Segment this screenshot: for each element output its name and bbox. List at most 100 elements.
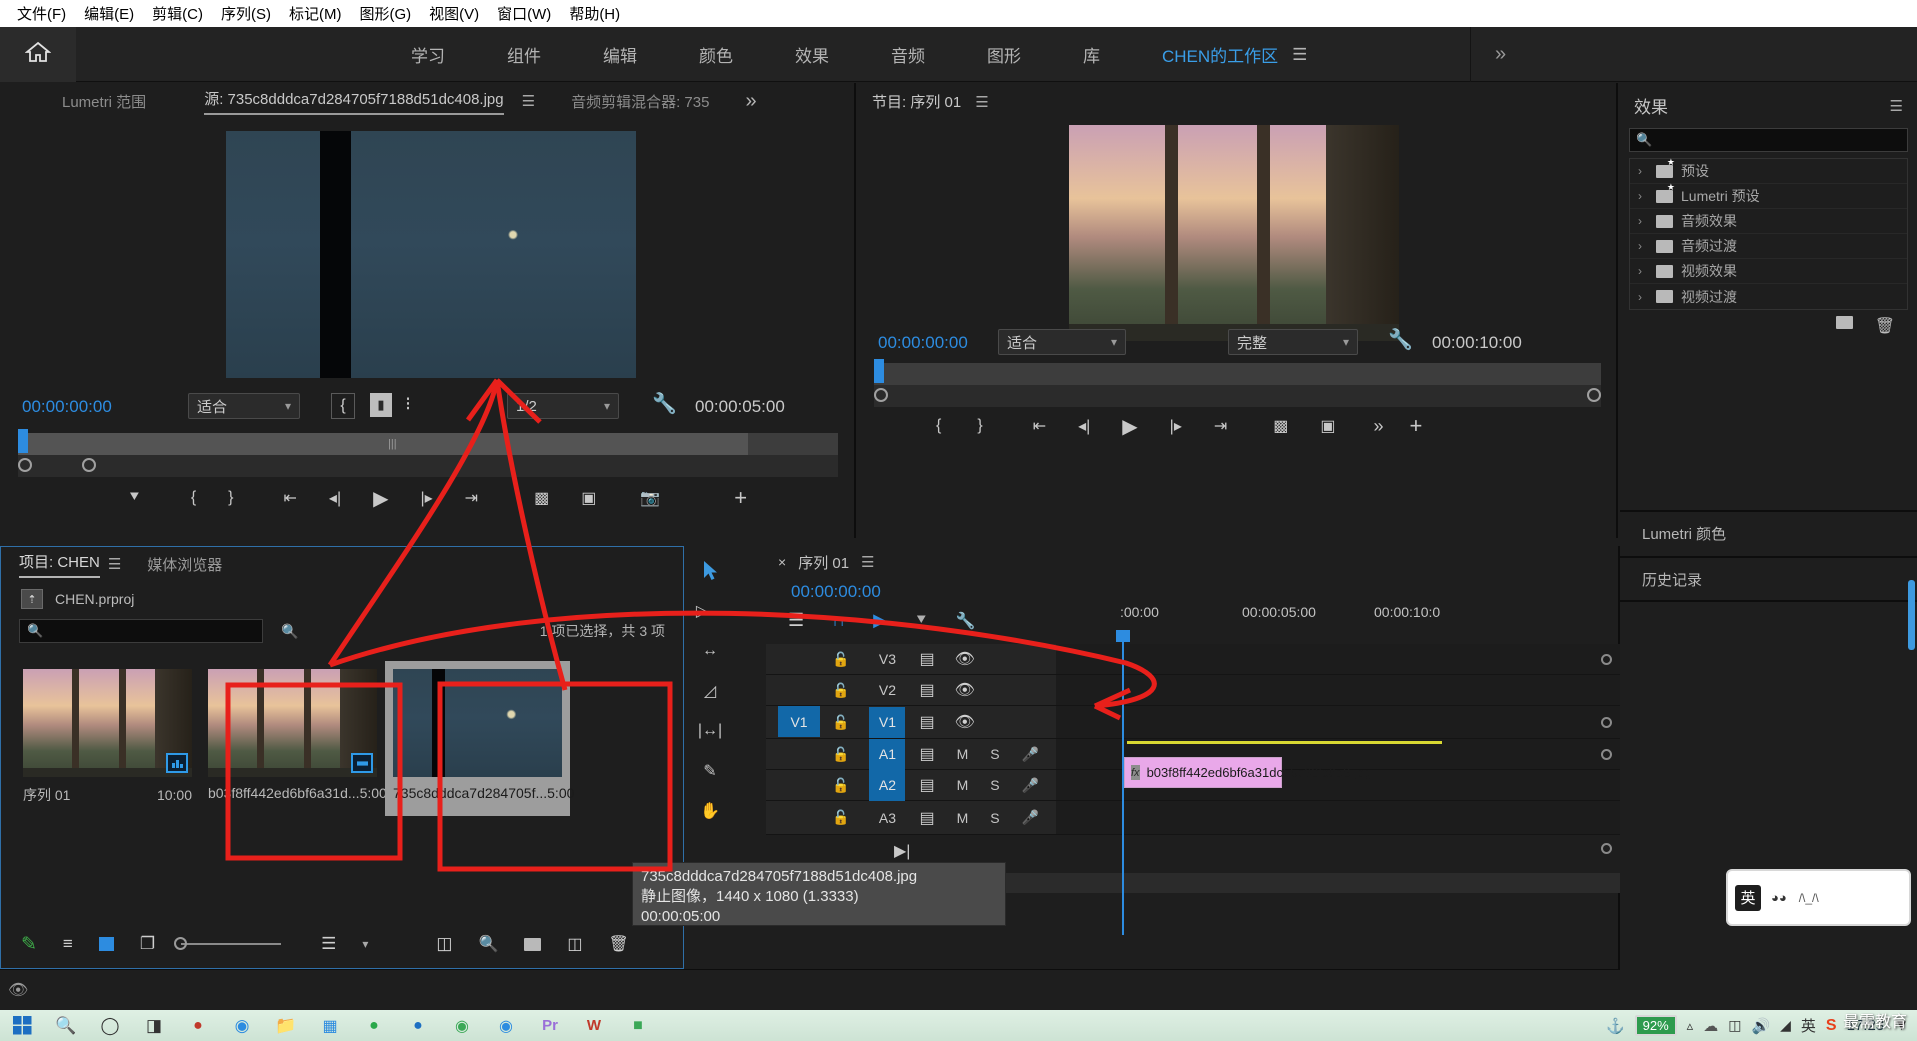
effects-item-presets[interactable]: › 预设 — [1630, 157, 1907, 184]
source-scrub-track[interactable]: ||| — [18, 429, 838, 455]
timeline-menu-icon[interactable]: ☰ — [861, 553, 874, 571]
audio-waveform-icon[interactable]: ⁝ — [405, 393, 411, 416]
program-current-timecode[interactable]: 00:00:00:00 — [878, 333, 968, 353]
overwrite-icon[interactable]: ▣ — [581, 488, 596, 508]
source-overflow-icon[interactable]: » — [745, 90, 756, 113]
sort-icon[interactable]: ☰ — [321, 934, 336, 954]
chevron-right-icon[interactable]: › — [1638, 239, 1648, 253]
chevron-up-icon[interactable]: ▵ — [1687, 1018, 1694, 1034]
tab-custom-workspace[interactable]: CHEN的工作区 — [1131, 42, 1288, 67]
effects-item-audio-transitions[interactable]: › 音频过渡 — [1630, 234, 1907, 259]
track-name-a1[interactable]: A1 — [869, 738, 906, 770]
marker-icon[interactable]: ⯆ — [128, 489, 141, 507]
track-keyframe-dot[interactable] — [1601, 749, 1612, 760]
solo-button-a2[interactable]: S — [990, 777, 999, 793]
menu-item-graphics[interactable]: 图形(G) — [350, 3, 420, 24]
icon-view-icon[interactable] — [98, 937, 114, 951]
delete-icon[interactable]: 🗑 — [1875, 316, 1895, 336]
source-fit-select[interactable]: 适合 ▾ — [188, 393, 300, 419]
project-item-clip-b03f[interactable]: b03f8ff442ed6bf6a31d... 5:00 — [200, 661, 387, 816]
effects-item-lumetri-presets[interactable]: › Lumetri 预设 — [1630, 182, 1907, 209]
workspace-overflow-icon[interactable]: » — [1470, 27, 1530, 82]
navigate-up-icon[interactable]: ⇡ — [21, 589, 43, 609]
selection-tool-icon[interactable] — [693, 556, 727, 586]
effects-panel-menu-icon[interactable]: ☰ — [1890, 97, 1903, 115]
solo-button-a1[interactable]: S — [990, 746, 999, 762]
source-current-timecode[interactable]: 00:00:00:00 — [22, 397, 112, 417]
go-to-in-icon[interactable]: ⇤ — [284, 488, 297, 508]
history-panel-tab[interactable]: 历史记录 — [1620, 556, 1917, 600]
tab-project[interactable]: 项目: CHEN — [19, 551, 100, 578]
windows-start-icon[interactable] — [0, 1010, 44, 1041]
menu-item-sequence[interactable]: 序列(S) — [212, 3, 280, 24]
eye-icon[interactable]: 👁 — [955, 680, 975, 700]
sync-lock-icon[interactable]: ▤ — [919, 808, 934, 828]
lumetri-color-panel-tab[interactable]: Lumetri 颜色 — [1620, 510, 1917, 554]
mark-in-icon[interactable]: { — [191, 489, 196, 507]
step-forward-icon[interactable]: |▸ — [420, 488, 432, 508]
lock-icon[interactable]: 🔓 — [832, 714, 849, 731]
settings-filmstrip-icon[interactable]: ▮ — [370, 393, 392, 417]
program-inout-bar[interactable] — [874, 385, 1601, 407]
chevron-right-icon[interactable]: › — [1638, 290, 1648, 304]
store-icon[interactable]: ▦ — [308, 1010, 352, 1041]
battery-icon[interactable]: ◫ — [1728, 1017, 1741, 1034]
timeline-ruler[interactable]: :00:00 00:00:05:00 00:00:10:0 — [914, 604, 1620, 640]
tab-assembly[interactable]: 组件 — [476, 42, 572, 67]
browser-icon[interactable]: ◉ — [440, 1010, 484, 1041]
sync-lock-icon[interactable]: ▤ — [919, 775, 934, 795]
explorer-icon[interactable]: 📁 — [264, 1010, 308, 1041]
source-out-handle[interactable] — [82, 458, 96, 472]
project-item-sequence[interactable]: 序列 01 10:00 — [15, 661, 200, 816]
lock-icon[interactable]: 🔓 — [832, 746, 849, 763]
project-file-row[interactable]: ⇡ CHEN.prproj — [1, 581, 683, 609]
mark-in-icon[interactable]: { — [936, 417, 941, 435]
pen-icon[interactable]: ✎ — [693, 756, 727, 786]
eye-icon[interactable]: 👁 — [955, 712, 975, 732]
menu-item-marker[interactable]: 标记(M) — [280, 3, 351, 24]
word-icon[interactable]: W — [572, 1010, 616, 1041]
mic-icon[interactable]: 🎤 — [1022, 777, 1039, 794]
program-scrub-track[interactable] — [874, 359, 1601, 385]
snap-icon[interactable]: ∩ — [832, 610, 845, 631]
effects-search-input[interactable]: 🔍 — [1629, 128, 1908, 152]
insert-icon[interactable]: ▩ — [534, 488, 549, 508]
wrench-settings-icon[interactable]: 🔧 — [1388, 327, 1413, 352]
find-icon[interactable]: 🔍 — [478, 934, 498, 954]
program-out-handle[interactable] — [1587, 388, 1601, 402]
program-playhead[interactable] — [874, 359, 884, 383]
step-back-icon[interactable]: ◂| — [1078, 416, 1090, 436]
home-button[interactable] — [0, 27, 76, 82]
wifi-icon[interactable]: ◢ — [1780, 1017, 1791, 1034]
tab-editing[interactable]: 编辑 — [572, 42, 668, 67]
timeline-current-timecode[interactable]: 00:00:00:00 — [791, 582, 881, 602]
play-icon[interactable]: ▶ — [1122, 414, 1137, 439]
project-panel-menu-icon[interactable]: ☰ — [108, 555, 121, 573]
paint-icon[interactable]: ■ — [616, 1010, 660, 1041]
track-name-v2[interactable]: V2 — [869, 682, 905, 698]
cortana-icon[interactable]: ◯ — [88, 1010, 132, 1041]
eye-slash-icon[interactable]: 👁 — [8, 980, 28, 1000]
track-row-v2[interactable]: 🔓 V2 ▤ 👁 — [766, 675, 1620, 706]
track-row-v3[interactable]: 🔓 V3 ▤ 👁 — [766, 644, 1620, 675]
browser2-icon[interactable]: ◉ — [484, 1010, 528, 1041]
step-forward-icon[interactable]: |▸ — [1170, 416, 1182, 436]
pen-icon[interactable]: ✎ — [21, 933, 37, 956]
lift-icon[interactable]: ▩ — [1273, 416, 1288, 436]
track-row-a3[interactable]: 🔓 A3 ▤ M S 🎤 — [766, 801, 1620, 835]
source-monitor-menu-icon[interactable]: ☰ — [522, 92, 535, 110]
track-name-v1[interactable]: V1 — [869, 706, 906, 738]
source-in-handle[interactable] — [18, 458, 32, 472]
add-button-icon[interactable]: + — [1410, 413, 1423, 439]
menu-item-file[interactable]: 文件(F) — [8, 3, 75, 24]
battery-percent-badge[interactable]: 92% — [1634, 1015, 1677, 1036]
mic-icon[interactable]: 🎤 — [1022, 746, 1039, 763]
zoom-slider-knob[interactable] — [174, 937, 188, 950]
slip-icon[interactable]: |↔| — [693, 716, 727, 746]
new-item-icon[interactable]: ◫ — [567, 934, 582, 954]
app-icon[interactable]: ● — [176, 1010, 220, 1041]
sync-lock-icon[interactable]: ▤ — [919, 649, 934, 669]
track-keyframe-dot[interactable] — [1601, 654, 1612, 665]
ime-tray-label[interactable]: 英 — [1801, 1015, 1816, 1036]
effects-item-audio-effects[interactable]: › 音频效果 — [1630, 209, 1907, 234]
